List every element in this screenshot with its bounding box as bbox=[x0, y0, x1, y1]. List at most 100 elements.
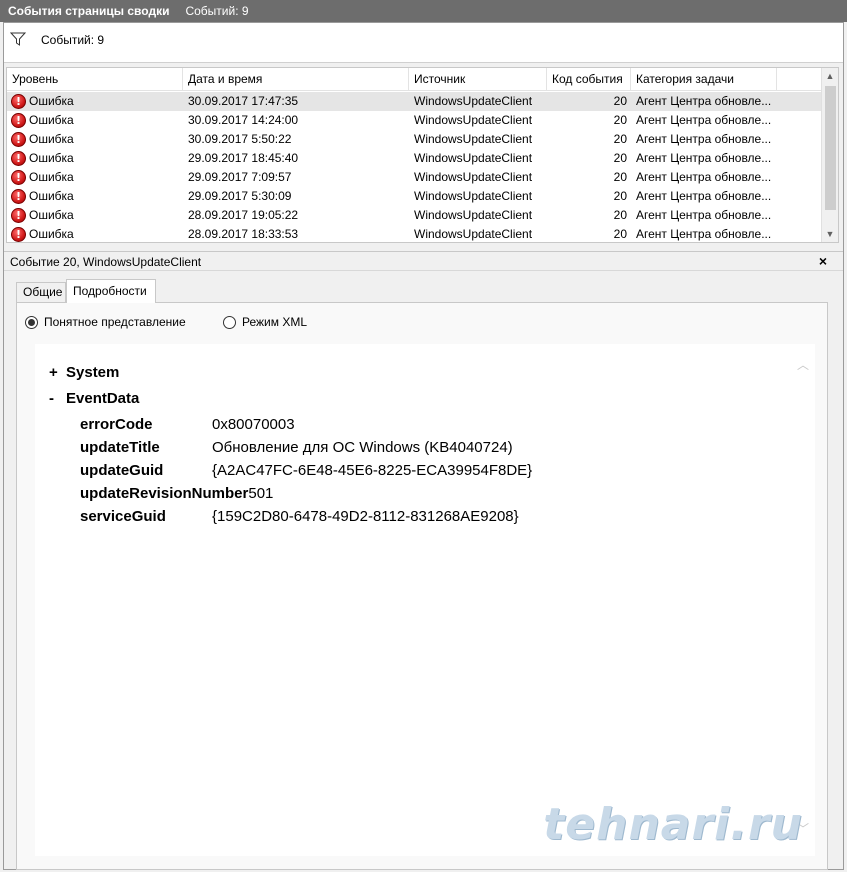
field-service-guid: serviceGuid {159C2D80-6478-49D2-8112-8312… bbox=[80, 508, 519, 525]
window-event-count: Событий: 9 bbox=[185, 4, 249, 18]
cell-level: Ошибка bbox=[29, 170, 74, 184]
scrollbar-thumb[interactable] bbox=[825, 86, 836, 210]
scroll-down-arrow-icon[interactable]: ▼ bbox=[822, 226, 838, 242]
filter-icon[interactable] bbox=[9, 31, 27, 47]
cell-category: Агент Центра обновле... bbox=[636, 132, 772, 146]
field-update-title: updateTitle Обновление для ОС Windows (KB… bbox=[80, 439, 513, 456]
table-row[interactable]: Ошибка 29.09.2017 5:30:09 WindowsUpdateCli… bbox=[7, 187, 822, 206]
field-key: errorCode bbox=[80, 416, 153, 433]
cell-level-container: Ошибка bbox=[7, 92, 183, 111]
events-table: Уровень Дата и время Источник Код событи… bbox=[6, 67, 839, 243]
cell-code: 20 bbox=[613, 208, 627, 222]
event-data-view: + System - EventData errorCode 0x80070003 u… bbox=[35, 344, 815, 856]
cell-level: Ошибка bbox=[29, 113, 74, 127]
cell-datetime: 29.09.2017 5:30:09 bbox=[188, 189, 292, 203]
field-update-revision-number: updateRevisionNumber501 bbox=[80, 485, 273, 502]
cell-datetime: 30.09.2017 5:50:22 bbox=[188, 132, 292, 146]
table-row[interactable]: Ошибка 30.09.2017 17:47:35 WindowsUpdateCl… bbox=[7, 92, 822, 111]
cell-category: Агент Центра обновле... bbox=[636, 170, 772, 184]
error-icon bbox=[11, 170, 26, 185]
field-value: 501 bbox=[248, 485, 274, 502]
cell-category: Агент Центра обновле... bbox=[636, 189, 772, 203]
column-header-datetime[interactable]: Дата и время bbox=[183, 68, 409, 91]
cell-source: WindowsUpdateClient bbox=[414, 208, 533, 222]
table-row[interactable]: Ошибка 28.09.2017 18:33:53 WindowsUpdateCl… bbox=[7, 225, 822, 242]
cell-level: Ошибка bbox=[29, 94, 74, 108]
cell-level: Ошибка bbox=[29, 208, 74, 222]
cell-source: WindowsUpdateClient bbox=[414, 170, 533, 184]
cell-datetime: 28.09.2017 18:33:53 bbox=[188, 227, 299, 241]
xml-view-label: Режим XML bbox=[242, 315, 308, 329]
table-row[interactable]: Ошибка 30.09.2017 14:24:00 WindowsUpdateCl… bbox=[7, 111, 822, 130]
cell-datetime: 28.09.2017 19:05:22 bbox=[188, 208, 299, 222]
field-value: Обновление для ОС Windows (KB4040724) bbox=[212, 439, 513, 456]
cell-level: Ошибка bbox=[29, 227, 74, 241]
cell-level: Ошибка bbox=[29, 151, 74, 165]
cell-datetime: 30.09.2017 17:47:35 bbox=[188, 94, 299, 108]
field-key: updateTitle bbox=[80, 439, 160, 456]
cell-level-container: Ошибка bbox=[7, 168, 183, 187]
cell-datetime: 29.09.2017 18:45:40 bbox=[188, 151, 299, 165]
cell-source: WindowsUpdateClient bbox=[414, 189, 533, 203]
cell-category: Агент Центра обновле... bbox=[636, 227, 772, 241]
column-header-level[interactable]: Уровень bbox=[7, 68, 183, 91]
cell-level-container: Ошибка bbox=[7, 225, 183, 242]
cell-datetime: 29.09.2017 7:09:57 bbox=[188, 170, 292, 184]
field-value: {A2AC47FC-6E48-45E6-8225-ECA39954F8DE} bbox=[212, 462, 533, 479]
tab-details[interactable]: Подробности bbox=[66, 279, 156, 303]
radio-selected-icon bbox=[25, 315, 38, 329]
field-value: 0x80070003 bbox=[212, 416, 295, 433]
error-icon bbox=[11, 94, 26, 109]
table-row[interactable]: Ошибка 28.09.2017 19:05:22 WindowsUpdateCl… bbox=[7, 206, 822, 225]
field-key: serviceGuid bbox=[80, 508, 166, 525]
filter-event-count: Событий: 9 bbox=[41, 33, 105, 47]
window-title: События страницы сводки bbox=[8, 4, 170, 18]
table-row[interactable]: Ошибка 29.09.2017 18:45:40 WindowsUpdateCl… bbox=[7, 149, 822, 168]
column-header-source[interactable]: Источник bbox=[409, 68, 547, 91]
details-title: Событие 20, WindowsUpdateClient bbox=[10, 255, 202, 269]
friendly-view-radio[interactable]: Понятное представление bbox=[25, 315, 186, 329]
cell-source: WindowsUpdateClient bbox=[414, 227, 533, 241]
error-icon bbox=[11, 113, 26, 128]
field-key: updateGuid bbox=[80, 462, 164, 479]
field-error-code: errorCode 0x80070003 bbox=[80, 416, 295, 433]
cell-code: 20 bbox=[613, 189, 627, 203]
table-row[interactable]: Ошибка 29.09.2017 7:09:57 WindowsUpdateCli… bbox=[7, 168, 822, 187]
collapse-icon[interactable]: - bbox=[49, 390, 66, 407]
expand-icon[interactable]: + bbox=[49, 364, 66, 381]
error-icon bbox=[11, 151, 26, 166]
table-row[interactable]: Ошибка 30.09.2017 5:50:22 WindowsUpdateCli… bbox=[7, 130, 822, 149]
watermark-logo: tehnari.ru bbox=[543, 799, 803, 850]
xml-view-radio[interactable]: Режим XML bbox=[223, 315, 307, 329]
error-icon bbox=[11, 132, 26, 147]
details-tab-panel: Понятное представление Режим XML + System… bbox=[16, 302, 828, 870]
cell-code: 20 bbox=[613, 94, 627, 108]
scroll-up-arrow-icon[interactable]: ▲ bbox=[822, 68, 838, 84]
summary-page-frame: Событий: 9 Уровень Дата и время Источник… bbox=[3, 22, 844, 870]
tab-general[interactable]: Общие bbox=[16, 282, 66, 303]
cell-level: Ошибка bbox=[29, 132, 74, 146]
tree-node-system[interactable]: + System bbox=[49, 364, 119, 381]
cell-source: WindowsUpdateClient bbox=[414, 113, 533, 127]
cell-level-container: Ошибка bbox=[7, 206, 183, 225]
cell-level-container: Ошибка bbox=[7, 187, 183, 206]
cell-category: Агент Центра обновле... bbox=[636, 208, 772, 222]
details-header: Событие 20, WindowsUpdateClient × bbox=[4, 251, 843, 271]
cell-source: WindowsUpdateClient bbox=[414, 132, 533, 146]
radio-unselected-icon bbox=[223, 315, 236, 329]
field-update-guid: updateGuid {A2AC47FC-6E48-45E6-8225-ECA39… bbox=[80, 462, 532, 479]
cell-datetime: 30.09.2017 14:24:00 bbox=[188, 113, 299, 127]
column-header-task-category[interactable]: Категория задачи bbox=[631, 68, 777, 91]
column-header-event-code[interactable]: Код события bbox=[547, 68, 631, 91]
cell-source: WindowsUpdateClient bbox=[414, 151, 533, 165]
error-icon bbox=[11, 208, 26, 223]
cell-code: 20 bbox=[613, 113, 627, 127]
tree-node-eventdata[interactable]: - EventData bbox=[49, 390, 139, 407]
filter-bar: Событий: 9 bbox=[4, 23, 843, 63]
close-details-button[interactable]: × bbox=[815, 253, 831, 269]
chevron-up-icon[interactable]: ︿ bbox=[797, 356, 809, 373]
table-vertical-scrollbar[interactable]: ▲ ▼ bbox=[821, 68, 838, 242]
cell-code: 20 bbox=[613, 151, 627, 165]
field-value: {159C2D80-6478-49D2-8112-831268AE9208} bbox=[212, 508, 519, 525]
cell-category: Агент Центра обновле... bbox=[636, 94, 772, 108]
